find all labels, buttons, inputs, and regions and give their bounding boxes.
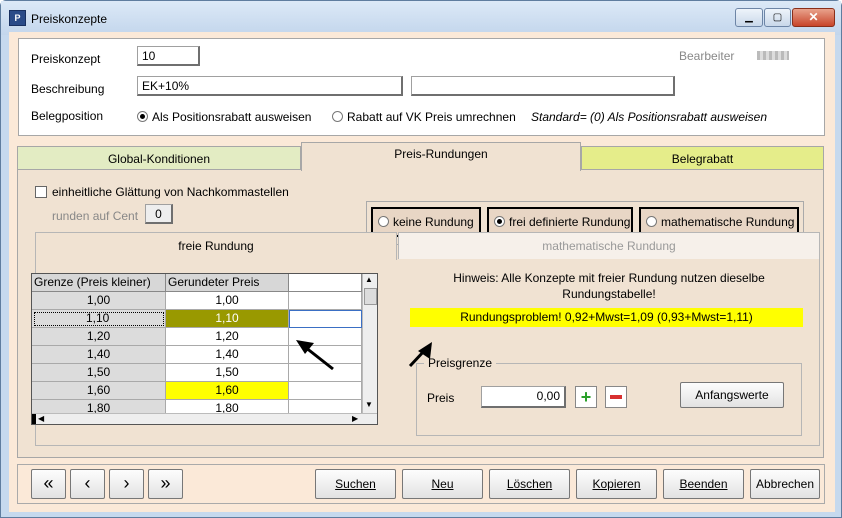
radio-positionsrabatt[interactable]: Als Positionsrabatt ausweisen: [137, 110, 311, 124]
tab-belegrabatt[interactable]: Belegrabatt: [581, 146, 824, 171]
main-tabs: Global-Konditionen Preis-Rundungen Beleg…: [17, 142, 825, 171]
subtab-freie-rundung[interactable]: freie Rundung: [35, 232, 397, 260]
first-record-button[interactable]: «: [31, 469, 66, 499]
beschreibung-input-2[interactable]: [411, 76, 675, 96]
beschreibung-input[interactable]: EK+10%: [137, 76, 403, 96]
loeschen-button[interactable]: Löschen: [489, 469, 570, 499]
close-button[interactable]: ✕: [792, 8, 835, 27]
bearbeiter-value: [757, 51, 789, 60]
annotation-arrows: [296, 340, 432, 371]
arrow-to-grid-icon: [296, 340, 334, 371]
radio-vk-umrechnen[interactable]: Rabatt auf VK Preis umrechnen: [332, 110, 516, 124]
last-record-button[interactable]: »: [148, 469, 183, 499]
preiskonzept-input[interactable]: 10: [137, 46, 200, 66]
maximize-icon: ▢: [772, 12, 783, 23]
arrow-to-problem-icon: [408, 342, 432, 368]
header-panel: Preiskonzept 10 Bearbeiter Beschreibung …: [18, 38, 825, 136]
window: P Preiskonzepte ▁ ▢ ✕ Preiskonzept 10 Be…: [0, 0, 842, 518]
app-icon: P: [9, 10, 26, 26]
minimize-icon: ▁: [745, 12, 753, 23]
bottom-toolbar: « ‹ › » Suchen Neu Löschen Kopieren Been…: [17, 464, 825, 504]
tab-global-konditionen[interactable]: Global-Konditionen: [17, 146, 301, 171]
maximize-button[interactable]: ▢: [764, 8, 791, 27]
bearbeiter-label: Bearbeiter: [679, 49, 735, 63]
window-title: Preiskonzepte: [31, 12, 108, 26]
radio-on-icon: [137, 111, 148, 122]
tab-preis-rundungen[interactable]: Preis-Rundungen: [301, 142, 581, 171]
abbrechen-button[interactable]: Abbrechen: [750, 469, 820, 499]
standard-note: Standard= (0) Als Positionsrabatt auswei…: [531, 110, 768, 124]
client-area: Preiskonzept 10 Bearbeiter Beschreibung …: [9, 32, 835, 512]
beschreibung-label: Beschreibung: [31, 82, 105, 96]
preis-rundungen-panel: einheitliche Glättung von Nachkommastell…: [17, 169, 824, 458]
close-icon: ✕: [808, 10, 819, 24]
radio-off-icon: [332, 111, 343, 122]
minimize-button[interactable]: ▁: [735, 8, 763, 27]
prev-record-button[interactable]: ‹: [70, 469, 105, 499]
preiskonzept-label: Preiskonzept: [31, 52, 101, 66]
kopieren-button[interactable]: Kopieren: [576, 469, 657, 499]
beenden-button[interactable]: Beenden: [663, 469, 744, 499]
title-bar: P Preiskonzepte ▁ ▢ ✕: [1, 1, 841, 35]
neu-button[interactable]: Neu: [402, 469, 483, 499]
belegposition-label: Belegposition: [31, 109, 104, 123]
suchen-button[interactable]: Suchen: [315, 469, 396, 499]
next-record-button[interactable]: ›: [109, 469, 144, 499]
